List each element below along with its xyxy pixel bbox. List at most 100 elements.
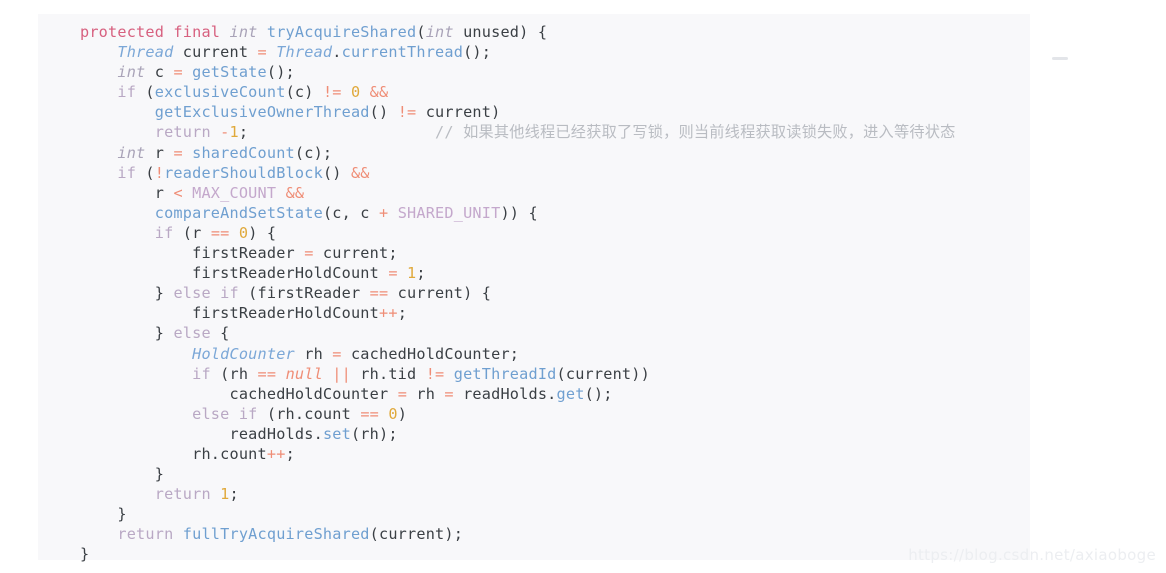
code-token: =	[388, 264, 398, 283]
code-line: Thread current = Thread.currentThread();	[80, 42, 1030, 62]
code-token: Thread	[276, 43, 333, 62]
code-token: =	[173, 143, 183, 162]
code-token: SHARED_UNIT	[397, 203, 501, 222]
code-token: -	[220, 123, 230, 142]
code-token: =	[397, 384, 408, 403]
code-token: getState	[192, 63, 267, 82]
code-token: null	[285, 364, 323, 383]
code-line: r < MAX_COUNT &&	[80, 183, 1030, 203]
code-token: r	[80, 183, 174, 202]
code-token: fullTryAcquireShared	[182, 525, 370, 544]
code-token: =	[304, 244, 314, 263]
code-token: =	[332, 344, 342, 363]
code-line: cachedHoldCounter = rh = readHolds.get()…	[80, 384, 1030, 404]
code-token: rh.tid	[350, 364, 426, 383]
code-token: =	[173, 63, 183, 82]
code-line: }	[80, 504, 1030, 524]
code-token: }	[80, 465, 165, 484]
code-listing[interactable]: protected final int tryAcquireShared(int…	[80, 22, 1030, 565]
code-token: &&	[350, 163, 370, 182]
code-token: set	[322, 424, 351, 443]
code-token: exclusiveCount	[154, 83, 286, 102]
code-line: firstReader = current;	[80, 243, 1030, 263]
code-line: } else {	[80, 323, 1030, 343]
code-token: current	[173, 43, 258, 62]
code-line: firstReaderHoldCount = 1;	[80, 263, 1030, 283]
code-token: return	[117, 525, 174, 544]
code-token: 1	[407, 264, 417, 283]
code-token: r	[145, 143, 174, 162]
code-token: else if	[173, 284, 239, 303]
code-line: return 1;	[80, 484, 1030, 504]
code-token: return	[154, 485, 211, 504]
scrollbar-thumb[interactable]	[1052, 57, 1068, 60]
code-token: if	[192, 364, 211, 383]
code-token: =	[444, 384, 454, 403]
code-token: 1	[220, 485, 230, 504]
code-token: ==	[369, 284, 389, 303]
code-token: 0	[238, 223, 249, 242]
code-token: current) {	[388, 284, 492, 303]
code-token: (r	[173, 223, 211, 242]
code-token: <	[173, 183, 183, 202]
code-line: rh.count++;	[80, 444, 1030, 464]
code-token: firstReaderHoldCount	[80, 304, 379, 323]
code-token: if	[117, 163, 137, 182]
code-line: return -1; // 如果其他线程已经获取了写锁，则当前线程获取读锁失败，…	[80, 122, 1030, 142]
code-token: current)	[416, 103, 501, 122]
code-line: HoldCounter rh = cachedHoldCounter;	[80, 344, 1030, 364]
code-token: .	[332, 43, 342, 62]
code-token: current;	[313, 244, 398, 263]
code-token: HoldCounter	[192, 344, 295, 363]
code-token: int	[229, 23, 258, 41]
code-line: if (exclusiveCount(c) != 0 &&	[80, 82, 1030, 102]
code-line: readHolds.set(rh);	[80, 424, 1030, 444]
code-token: }	[80, 284, 174, 303]
code-token: Thread	[117, 43, 174, 62]
code-token: MAX_COUNT	[192, 183, 277, 202]
code-token: }	[80, 505, 127, 524]
code-token: ()	[322, 163, 351, 182]
code-token: (rh.count	[257, 404, 361, 423]
code-token: int	[117, 143, 146, 162]
code-token: rh.count	[80, 444, 267, 463]
code-line: }	[80, 464, 1030, 484]
code-token: +	[379, 203, 389, 222]
code-token: !=	[425, 364, 445, 383]
code-token: ;	[416, 264, 426, 283]
code-line: protected final int tryAcquireShared(int…	[80, 22, 1030, 42]
code-token: ==	[210, 223, 230, 242]
code-token: {	[210, 324, 230, 343]
code-token: tryAcquireShared	[266, 23, 417, 41]
code-token: readHolds.	[80, 424, 323, 443]
code-token: readHolds.	[453, 384, 557, 403]
code-token: firstReader	[80, 244, 305, 263]
code-token: =	[257, 43, 267, 62]
code-token: }	[80, 324, 174, 343]
code-token: int	[117, 63, 146, 82]
code-token: readerShouldBlock	[164, 163, 323, 182]
code-token: rh	[294, 344, 333, 363]
code-token: (c)	[285, 83, 323, 102]
code-token: ();	[463, 43, 492, 62]
code-line: int c = getState();	[80, 62, 1030, 82]
code-line: if (rh == null || rh.tid != getThreadId(…	[80, 364, 1030, 384]
code-token: getThreadId	[453, 364, 557, 383]
code-token: (rh	[210, 364, 258, 383]
code-token: if	[154, 223, 174, 242]
code-token: //	[248, 123, 464, 142]
code-token: (current))	[556, 364, 650, 383]
code-line: compareAndSetState(c, c + SHARED_UNIT)) …	[80, 203, 1030, 223]
